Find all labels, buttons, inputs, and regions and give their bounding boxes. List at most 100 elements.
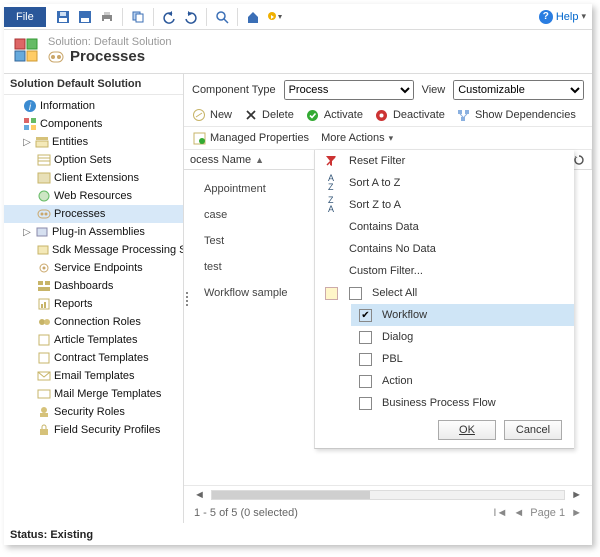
show-dependencies-button[interactable]: Show Dependencies: [457, 108, 576, 122]
filter-contains-no-data[interactable]: Contains No Data: [315, 238, 574, 260]
checkbox-bpf[interactable]: [359, 397, 372, 410]
new-icon: [192, 108, 206, 122]
page-title: Processes: [48, 48, 172, 65]
filter-opt-pbl[interactable]: PBL: [351, 348, 574, 370]
help-label: Help: [556, 11, 579, 23]
sidebar-item-service-endpoints[interactable]: Service Endpoints: [4, 259, 183, 277]
grid-selection-status: 1 - 5 of 5 (0 selected): [194, 507, 298, 519]
deactivate-button[interactable]: Deactivate: [375, 108, 445, 122]
print-icon[interactable]: [99, 9, 115, 25]
sidebar: Solution Default Solution iInformation C…: [4, 74, 184, 523]
status-bar-text: Status: Existing: [4, 523, 592, 545]
grid-toolbar: New Delete Activate Deactivate Show Depe…: [184, 106, 592, 127]
grid-statusbar: 1 - 5 of 5 (0 selected) I◄ ◄ Page 1 ►: [184, 503, 592, 523]
home-icon[interactable]: [245, 9, 261, 25]
component-filter-row: Component Type Process View Customizable: [184, 74, 592, 106]
sidebar-item-email-templates[interactable]: Email Templates: [4, 367, 183, 385]
reset-filter-icon: [323, 155, 339, 167]
managed-props-icon: [192, 131, 206, 145]
dependencies-icon: [457, 108, 471, 122]
filter-reset[interactable]: Reset Filter: [315, 150, 574, 172]
select-all-checkbox[interactable]: [325, 287, 338, 300]
scroll-left-icon[interactable]: ◄: [194, 489, 205, 501]
sidebar-item-plugin-assemblies[interactable]: ▷Plug-in Assemblies: [4, 223, 183, 241]
sidebar-title: Solution Default Solution: [4, 74, 183, 95]
sidebar-item-connection-roles[interactable]: Connection Roles: [4, 313, 183, 331]
filter-custom[interactable]: Custom Filter...: [315, 260, 574, 282]
view-label: View: [422, 84, 446, 96]
sidebar-item-entities[interactable]: ▷Entities: [4, 133, 183, 151]
sidebar-item-security-roles[interactable]: Security Roles: [4, 403, 183, 421]
filter-opt-action[interactable]: Action: [351, 370, 574, 392]
help-link[interactable]: ?Help ▾: [539, 10, 586, 24]
grid-hscrollbar[interactable]: ◄ ►: [184, 485, 592, 503]
sidebar-item-reports[interactable]: Reports: [4, 295, 183, 313]
filter-cancel-button[interactable]: Cancel: [504, 420, 562, 440]
component-type-label: Component Type: [192, 84, 276, 96]
sidebar-item-article-templates[interactable]: Article Templates: [4, 331, 183, 349]
checkbox-dialog[interactable]: [359, 331, 372, 344]
sidebar-item-sdk-message[interactable]: Sdk Message Processing S...: [4, 241, 183, 259]
redo-icon[interactable]: [183, 9, 199, 25]
search-icon[interactable]: [214, 9, 230, 25]
activate-button[interactable]: Activate: [306, 108, 363, 122]
delete-button[interactable]: Delete: [244, 108, 294, 122]
page-label: Page 1: [530, 507, 565, 519]
sidebar-item-components[interactable]: Components: [4, 115, 183, 133]
first-page-icon[interactable]: I◄: [493, 507, 507, 519]
sidebar-item-information[interactable]: iInformation: [4, 97, 183, 115]
solution-icon: [12, 36, 40, 64]
filter-opt-bpf[interactable]: Business Process Flow: [351, 392, 574, 414]
sidebar-item-contract-templates[interactable]: Contract Templates: [4, 349, 183, 367]
sidebar-item-dashboards[interactable]: Dashboards: [4, 277, 183, 295]
next-page-icon[interactable]: ►: [571, 507, 582, 519]
content-area: Component Type Process View Customizable…: [184, 74, 592, 523]
file-tab[interactable]: File: [4, 7, 46, 27]
grid-pager: I◄ ◄ Page 1 ►: [493, 507, 582, 519]
help-icon: ?: [539, 10, 553, 24]
delete-icon: [244, 108, 258, 122]
scroll-right-icon[interactable]: ►: [571, 489, 582, 501]
filter-sort-az[interactable]: AZSort A to Z: [315, 172, 574, 194]
managed-properties-button[interactable]: Managed Properties: [192, 131, 309, 145]
sidebar-item-client-extensions[interactable]: Client Extensions: [4, 169, 183, 187]
sidebar-item-field-security-profiles[interactable]: Field Security Profiles: [4, 421, 183, 439]
sidebar-item-mail-merge-templates[interactable]: Mail Merge Templates: [4, 385, 183, 403]
filter-select-all[interactable]: Select All: [315, 282, 574, 304]
checkbox-pbl[interactable]: [359, 353, 372, 366]
filter-opt-workflow[interactable]: Workflow: [351, 304, 574, 326]
checkbox-workflow[interactable]: [359, 309, 372, 322]
save-icon[interactable]: [55, 9, 71, 25]
activate-icon: [306, 108, 320, 122]
process-grid: ocess Name▲ Category Primary Entit Appoi…: [184, 150, 592, 523]
solution-subtitle: Solution: Default Solution: [48, 36, 172, 48]
sidebar-item-processes[interactable]: Processes: [4, 205, 183, 223]
view-select[interactable]: Customizable: [453, 80, 584, 100]
solution-header: Solution: Default Solution Processes: [4, 30, 592, 73]
component-type-select[interactable]: Process: [284, 80, 414, 100]
filter-sort-za[interactable]: ZASort Z to A: [315, 194, 574, 216]
actions-dropdown-icon[interactable]: [267, 9, 283, 25]
category-filter-popup: Reset Filter AZSort A to Z ZASort Z to A…: [314, 150, 574, 449]
solution-tree: iInformation Components ▷Entities Option…: [4, 95, 183, 445]
sidebar-item-web-resources[interactable]: Web Resources: [4, 187, 183, 205]
prev-page-icon[interactable]: ◄: [513, 507, 524, 519]
sort-za-icon: ZA: [323, 196, 339, 214]
save-close-icon[interactable]: [77, 9, 93, 25]
filter-opt-dialog[interactable]: Dialog: [351, 326, 574, 348]
checkbox-action[interactable]: [359, 375, 372, 388]
col-process-name[interactable]: ocess Name▲: [184, 150, 324, 169]
sort-asc-icon: ▲: [255, 155, 264, 165]
filter-contains-data[interactable]: Contains Data: [315, 216, 574, 238]
select-all-sub-checkbox[interactable]: [349, 287, 362, 300]
sidebar-item-option-sets[interactable]: Option Sets: [4, 151, 183, 169]
filter-ok-button[interactable]: OK: [438, 420, 496, 440]
undo-icon[interactable]: [161, 9, 177, 25]
refresh-icon: [573, 154, 585, 166]
copy-icon[interactable]: [130, 9, 146, 25]
ribbon: File ?Help ▾: [4, 4, 592, 30]
grid-toolbar-2: Managed Properties More Actions ▾: [184, 127, 592, 150]
page-title-text: Processes: [70, 48, 145, 65]
more-actions-button[interactable]: More Actions ▾: [321, 132, 393, 144]
new-button[interactable]: New: [192, 108, 232, 122]
